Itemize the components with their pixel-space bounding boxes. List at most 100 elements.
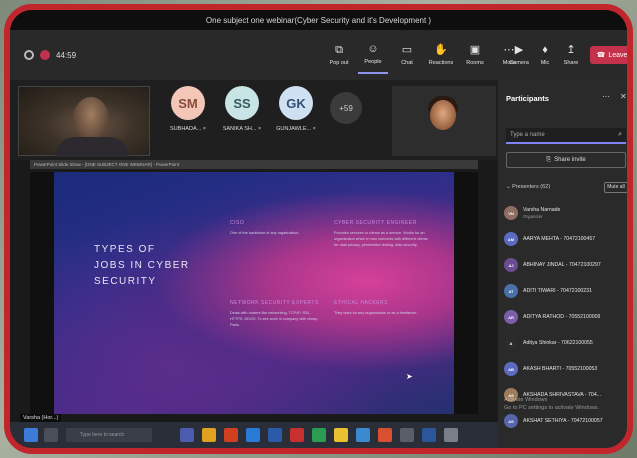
- job-heading: NETWORK SECURITY EXPERTS: [230, 300, 319, 306]
- chat-label: Chat: [401, 59, 413, 66]
- list-item[interactable]: AB AKASH BHARTI - 70552100053 ♦: [504, 356, 627, 382]
- mic-off-icon: ♦: [628, 286, 632, 292]
- job-heading: CISO: [230, 220, 245, 226]
- presenter-video[interactable]: [392, 86, 496, 156]
- app-icon[interactable]: [378, 428, 392, 442]
- panel-tools: ⋯ ✕: [602, 92, 627, 101]
- taskview-icon[interactable]: [44, 428, 58, 442]
- job-description: Provides services to clients as a servic…: [334, 231, 428, 247]
- avatar: VN: [504, 206, 518, 220]
- mic-button[interactable]: ♦ Mic: [534, 36, 556, 74]
- participant-tile[interactable]: GK GUNJAWLE... ×: [274, 86, 318, 132]
- people-label: People: [364, 58, 382, 65]
- search-icon: ⌕: [618, 131, 622, 138]
- app-icon[interactable]: [334, 428, 348, 442]
- avatar: AS: [504, 414, 518, 428]
- mic-off-icon: ♦: [628, 208, 632, 214]
- explorer-icon[interactable]: [202, 428, 216, 442]
- recording-icon: [40, 50, 50, 60]
- app-icon[interactable]: [444, 428, 458, 442]
- media-controls: ▶ Camera ♦ Mic ↥ Share ☎ Leave: [508, 30, 628, 80]
- mic-label: Mic: [540, 59, 550, 66]
- leave-label: Leave: [608, 51, 628, 59]
- avatar: A: [504, 336, 518, 350]
- mic-off-icon: ♦: [628, 338, 632, 344]
- job-card: CYBER SECURITY ENGINEER Provides service…: [334, 220, 428, 248]
- list-item[interactable]: A Aditya Shinkar - 70622100055 ♦: [504, 330, 632, 356]
- shared-screen: PowerPoint Slide Show - [ONE SUBJECT ONE…: [10, 160, 498, 422]
- camera-icon: ▶: [514, 43, 524, 56]
- chat-button[interactable]: ▭ Chat: [392, 36, 422, 74]
- share-label: Share: [563, 59, 579, 66]
- list-item[interactable]: AT ADITI TIWARI - 70472100231 ♦: [504, 278, 632, 304]
- avatar: AM: [504, 232, 518, 246]
- activate-line1: Activate Windows: [504, 397, 548, 403]
- speaker-body: [55, 137, 129, 157]
- list-item[interactable]: VN Varsha Narnade Organizer ♦: [504, 200, 632, 226]
- phone-icon: ☎: [596, 52, 606, 59]
- word-icon[interactable]: [268, 428, 282, 442]
- close-icon[interactable]: ✕: [620, 92, 627, 101]
- mouse-cursor-icon: ➤: [406, 372, 413, 381]
- participant-tile[interactable]: SM SUBHADA... ×: [166, 86, 210, 132]
- job-description: Deals with routers like networking, TCP/…: [230, 311, 318, 327]
- camera-button[interactable]: ▶ Camera: [508, 36, 530, 74]
- chevron-down-icon: ⌄: [506, 184, 511, 190]
- slide-border-left: [30, 172, 54, 414]
- meeting-timer: 44:59: [56, 50, 77, 60]
- powerpoint-icon[interactable]: [224, 428, 238, 442]
- participant-name: AKSHAT SETHIYA - 70472100057: [523, 418, 603, 424]
- rooms-label: Rooms: [466, 59, 484, 66]
- speaker-head: [73, 97, 109, 141]
- slide-title: TYPES OF JOBS IN CYBER SECURITY: [94, 244, 190, 287]
- toolbar-actions: ⧉ Pop out ☺ People ▭ Chat ✋ Reactions ▣ …: [324, 30, 524, 80]
- share-button[interactable]: ↥ Share: [560, 36, 582, 74]
- taskbar-search[interactable]: Type here to search: [66, 428, 152, 442]
- reactions-button[interactable]: ✋ Reactions: [426, 36, 456, 74]
- more-options-icon[interactable]: ⋯: [602, 92, 610, 101]
- teams-icon[interactable]: [180, 428, 194, 442]
- participant-tile-name: GUNJAWLE... ×: [276, 126, 316, 132]
- activate-windows-watermark: Activate Windows Go to PC settings to ac…: [498, 396, 599, 412]
- speaker-video[interactable]: [18, 86, 150, 157]
- word-icon[interactable]: [422, 428, 436, 442]
- screenshot-frame: One subject one webinar(Cyber Security a…: [4, 4, 633, 454]
- job-card: ETHICAL HACKERS They work for any organi…: [334, 300, 428, 316]
- participant-name: ABHINAY JINDAL - 70472100297: [523, 262, 601, 268]
- avatar: AR: [504, 310, 518, 324]
- app-icon[interactable]: [312, 428, 326, 442]
- people-button[interactable]: ☺ People: [358, 36, 388, 74]
- reactions-label: Reactions: [428, 59, 454, 66]
- avatar: AT: [504, 284, 518, 298]
- app-icon[interactable]: [400, 428, 414, 442]
- participant-tile-name: SUBHADA... ×: [170, 126, 206, 132]
- list-item[interactable]: AJ ABHINAY JINDAL - 70472100297 ♦: [504, 252, 632, 278]
- list-item[interactable]: AR ADITYA RATHOD - 70552100009 ♦: [504, 304, 627, 330]
- app-icon[interactable]: [290, 428, 304, 442]
- mic-off-icon: ♦: [628, 390, 632, 396]
- panel-title: Participants: [506, 94, 549, 103]
- share-invite-button[interactable]: ⎘ Share invite: [506, 152, 626, 168]
- participant-name: Varsha Narnade: [523, 207, 561, 213]
- edge-icon[interactable]: [246, 428, 260, 442]
- participant-tile[interactable]: SS SANIKA SH... ×: [220, 86, 264, 132]
- mic-off-icon: ♦: [628, 260, 632, 266]
- job-heading: ETHICAL HACKERS: [334, 300, 388, 306]
- list-item[interactable]: AM AARYA MEHTA - 70472100457 ♦: [504, 226, 627, 252]
- job-heading: CYBER SECURITY ENGINEER: [334, 220, 417, 226]
- share-invite-label: Share invite: [554, 157, 586, 163]
- participant-name: AKASH BHARTI - 70552100053: [523, 366, 598, 372]
- more-participants-button[interactable]: +59: [330, 92, 362, 124]
- presenters-header[interactable]: ⌄ Presenters (62): [506, 184, 550, 190]
- start-icon[interactable]: [24, 428, 38, 442]
- popout-button[interactable]: ⧉ Pop out: [324, 36, 354, 74]
- video-strip: SM SUBHADA... × SS SANIKA SH... × GK GUN…: [10, 80, 498, 160]
- meeting-info-icon[interactable]: [24, 50, 34, 60]
- participant-search-input[interactable]: Type a name ⌕: [506, 128, 626, 144]
- mute-all-button[interactable]: Mute all: [604, 182, 627, 193]
- app-icon[interactable]: [356, 428, 370, 442]
- rooms-button[interactable]: ▣ Rooms: [460, 36, 490, 74]
- job-description: They work for any organization or as a f…: [334, 311, 418, 315]
- invite-icon: ⎘: [546, 156, 552, 163]
- leave-button[interactable]: ☎ Leave: [590, 46, 628, 64]
